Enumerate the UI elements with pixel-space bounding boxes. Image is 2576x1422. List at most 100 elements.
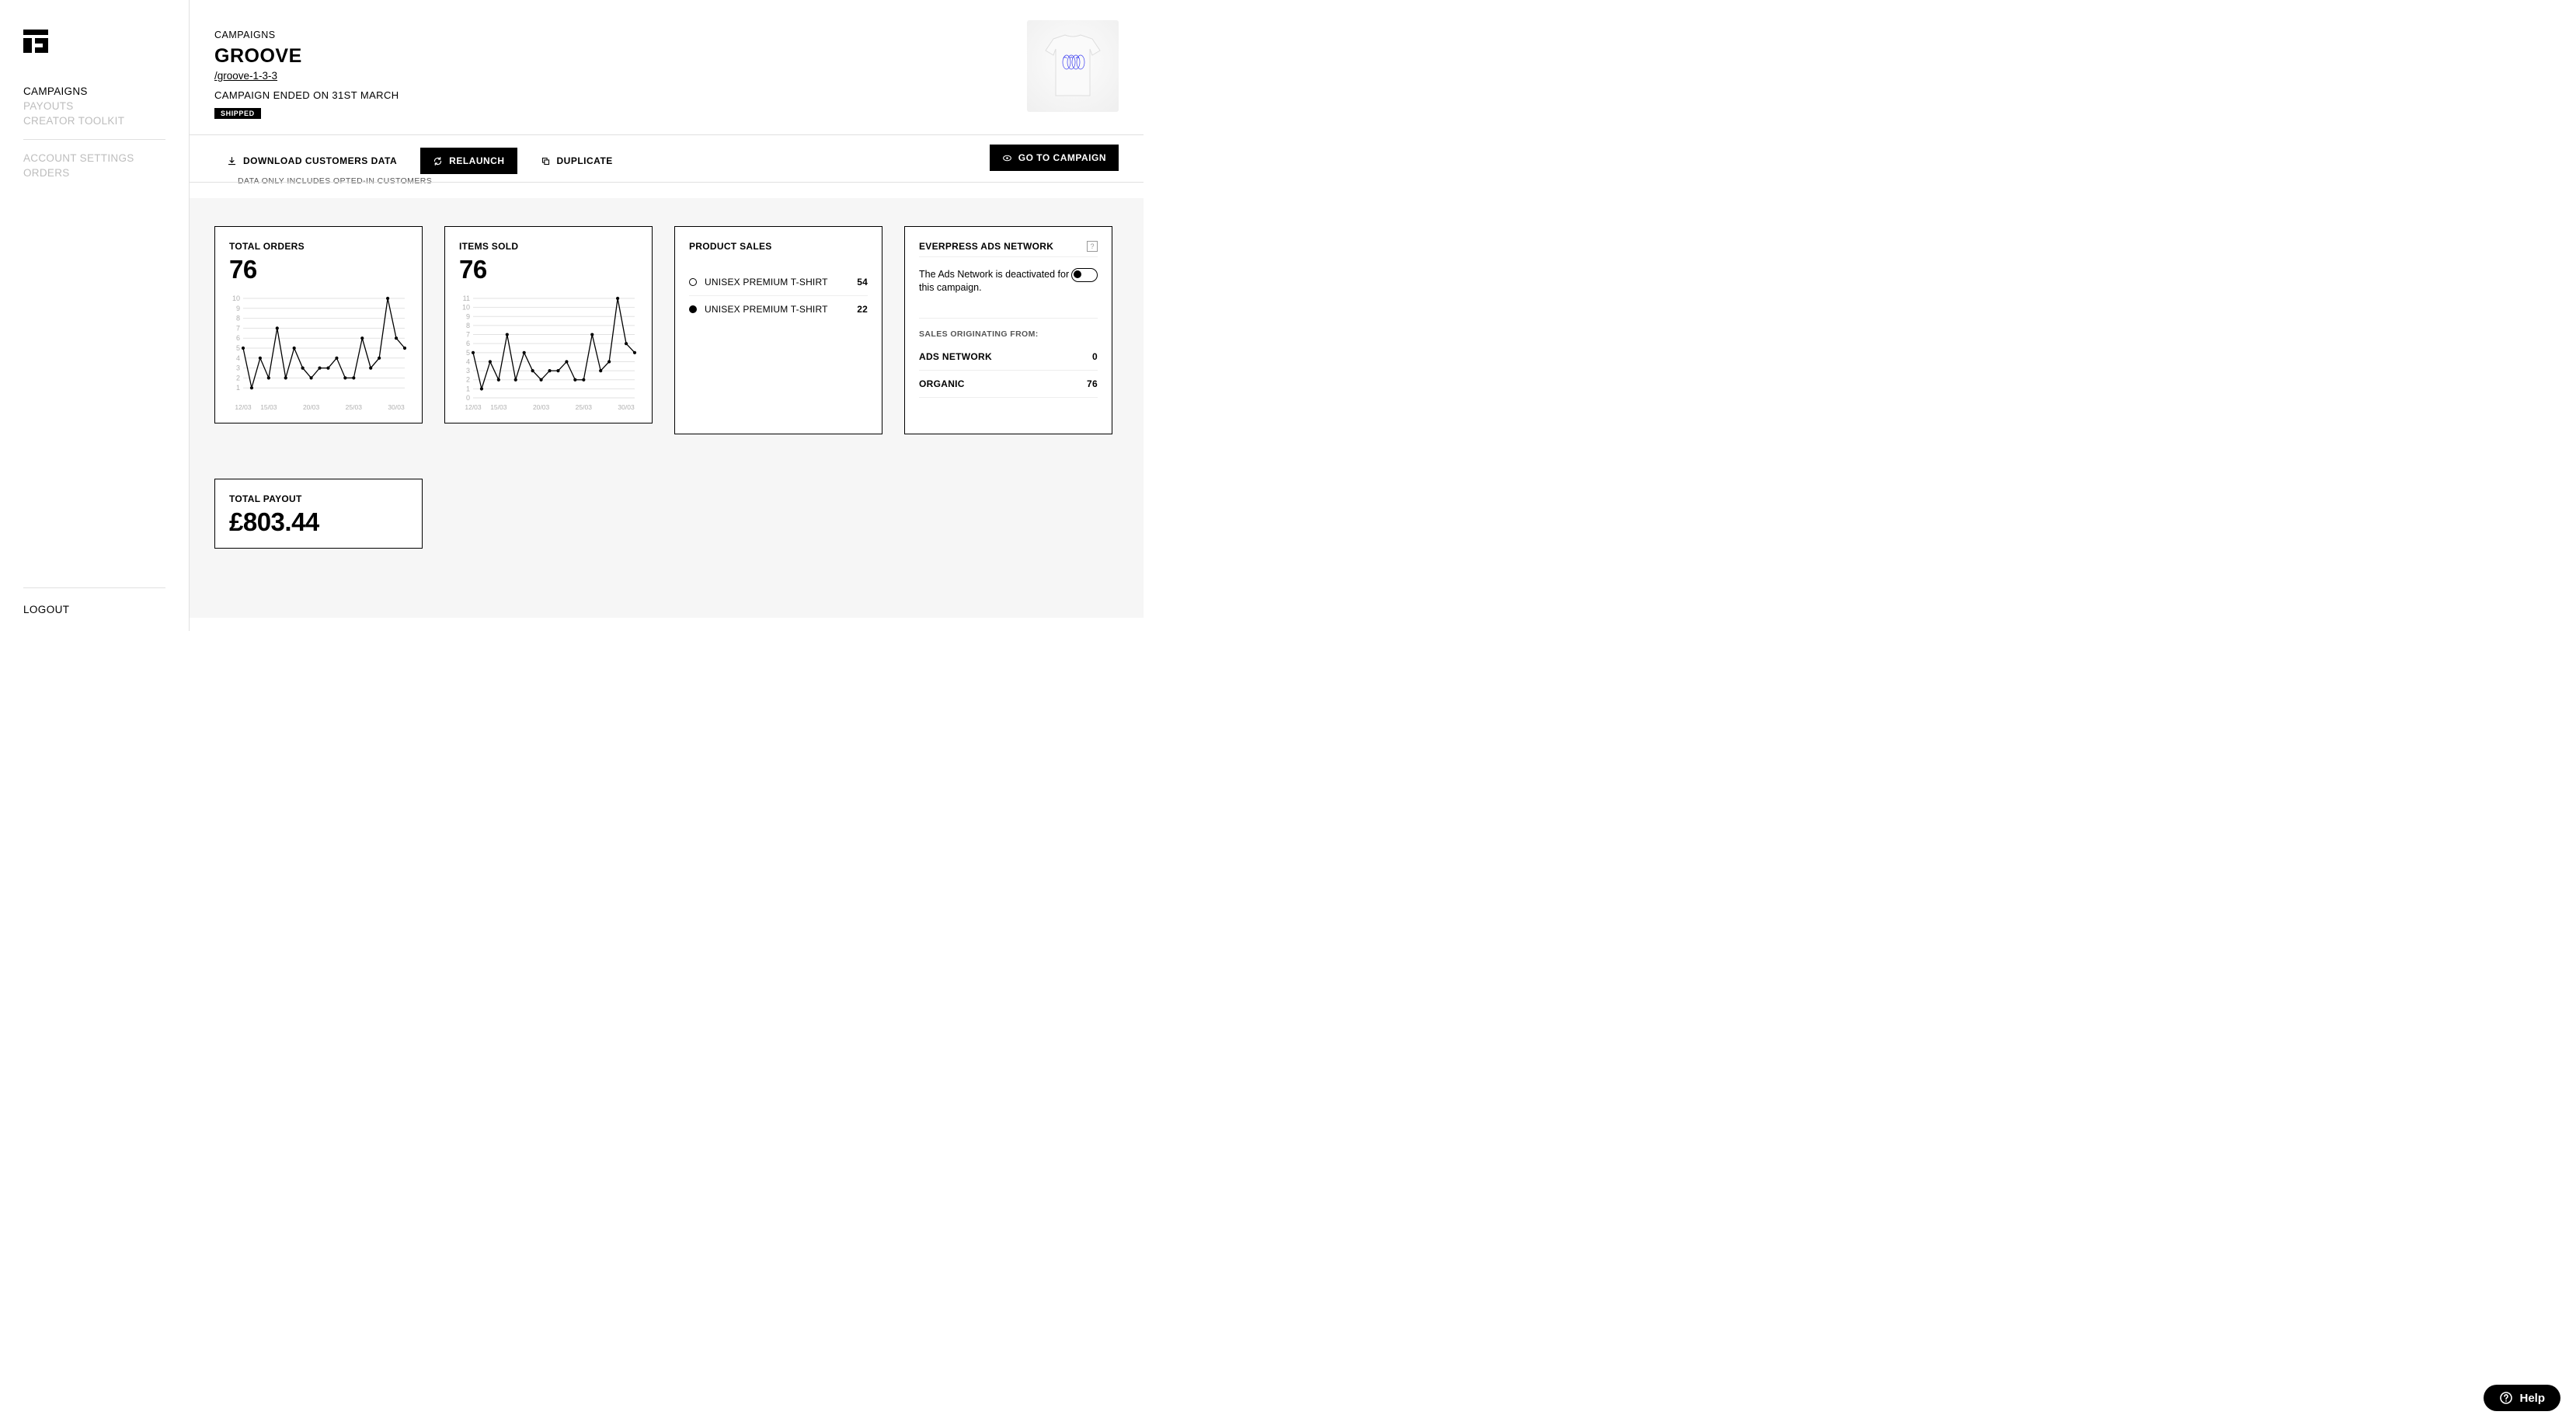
- svg-text:10: 10: [232, 295, 240, 302]
- svg-text:4: 4: [236, 354, 240, 362]
- svg-text:15/03: 15/03: [260, 403, 277, 411]
- product-sales-row: UNISEX PREMIUM T-SHIRT 54: [689, 269, 868, 296]
- nav-secondary: ACCOUNT SETTINGS ORDERS: [23, 151, 165, 180]
- tshirt-icon: [1034, 27, 1112, 105]
- ads-toggle[interactable]: [1071, 268, 1098, 282]
- logout-button[interactable]: LOGOUT: [23, 604, 165, 615]
- ads-stat-value: 0: [1092, 351, 1098, 362]
- duplicate-icon: [541, 156, 551, 166]
- card-product-sales: PRODUCT SALES UNISEX PREMIUM T-SHIRT54UN…: [674, 226, 882, 434]
- card-title: ITEMS SOLD: [459, 241, 638, 252]
- relaunch-button[interactable]: RELAUNCH: [420, 148, 517, 174]
- campaign-title: GROOVE: [214, 45, 1119, 68]
- svg-text:20/03: 20/03: [303, 403, 320, 411]
- card-title: PRODUCT SALES: [689, 241, 868, 252]
- status-badge: SHIPPED: [214, 108, 261, 119]
- main: CAMPAIGNS GROOVE /groove-1-3-3 CAMPAIGN …: [190, 0, 1144, 631]
- items-sold-value: 76: [459, 255, 638, 284]
- help-icon[interactable]: ?: [1087, 241, 1098, 252]
- campaign-slug-link[interactable]: /groove-1-3-3: [214, 70, 277, 82]
- campaign-ended-text: CAMPAIGN ENDED ON 31ST MARCH: [214, 89, 1119, 101]
- items-chart: 0123456789101112/0315/0320/0325/0330/03: [459, 295, 638, 412]
- duplicate-label: DUPLICATE: [557, 155, 613, 166]
- svg-text:20/03: 20/03: [533, 403, 550, 411]
- ads-stat-row: ADS NETWORK 0: [919, 343, 1098, 371]
- svg-text:9: 9: [236, 305, 240, 312]
- nav-primary: CAMPAIGNS PAYOUTS CREATOR TOOLKIT: [23, 84, 165, 128]
- sidebar: CAMPAIGNS PAYOUTS CREATOR TOOLKIT ACCOUN…: [0, 0, 190, 631]
- card-title: TOTAL PAYOUT: [229, 493, 408, 504]
- svg-text:11: 11: [463, 295, 470, 302]
- card-items-sold: ITEMS SOLD 76 0123456789101112/0315/0320…: [444, 226, 653, 423]
- svg-text:15/03: 15/03: [490, 403, 507, 411]
- svg-text:30/03: 30/03: [388, 403, 405, 411]
- sales-variant-dot: [689, 305, 697, 313]
- orders-chart: 1234567891012/0315/0320/0325/0330/03: [229, 295, 408, 412]
- download-customers-button[interactable]: DOWNLOAD CUSTOMERS DATA: [214, 148, 409, 174]
- svg-text:10: 10: [462, 304, 470, 312]
- sales-variant-qty: 22: [857, 304, 868, 315]
- svg-text:7: 7: [466, 331, 470, 339]
- ads-status-row: The Ads Network is deactivated for this …: [919, 256, 1098, 305]
- brand-logo: [23, 30, 48, 53]
- sidebar-item-creator-toolkit[interactable]: CREATOR TOOLKIT: [23, 113, 165, 128]
- duplicate-button[interactable]: DUPLICATE: [528, 148, 625, 174]
- card-ads-network: EVERPRESS ADS NETWORK ? The Ads Network …: [904, 226, 1112, 434]
- relaunch-label: RELAUNCH: [449, 155, 504, 166]
- sidebar-item-payouts[interactable]: PAYOUTS: [23, 99, 165, 113]
- campaign-header: CAMPAIGNS GROOVE /groove-1-3-3 CAMPAIGN …: [190, 0, 1144, 135]
- card-total-payout: TOTAL PAYOUT £803.44: [214, 479, 423, 549]
- sidebar-item-account-settings[interactable]: ACCOUNT SETTINGS: [23, 151, 165, 166]
- svg-text:2: 2: [466, 376, 470, 384]
- card-title: EVERPRESS ADS NETWORK: [919, 241, 1098, 252]
- logout-section: LOGOUT: [23, 587, 165, 615]
- product-sales-row: UNISEX PREMIUM T-SHIRT22: [689, 296, 868, 322]
- svg-text:3: 3: [236, 364, 240, 372]
- toggle-knob: [1074, 270, 1081, 278]
- svg-text:6: 6: [466, 340, 470, 347]
- sales-variant-name: UNISEX PREMIUM T-SHIRT: [705, 277, 828, 288]
- help-label: Help: [2519, 1392, 2545, 1405]
- card-title: TOTAL ORDERS: [229, 241, 408, 252]
- svg-text:4: 4: [466, 357, 470, 365]
- sales-variant-dot: [689, 278, 697, 286]
- svg-text:6: 6: [236, 334, 240, 342]
- sidebar-item-orders[interactable]: ORDERS: [23, 166, 165, 180]
- logo-icon: [23, 30, 48, 53]
- sales-variant-qty: 54: [857, 277, 868, 288]
- svg-text:12/03: 12/03: [235, 403, 252, 411]
- total-orders-value: 76: [229, 255, 408, 284]
- download-label: DOWNLOAD CUSTOMERS DATA: [243, 155, 397, 166]
- svg-text:5: 5: [466, 349, 470, 357]
- svg-text:2: 2: [236, 374, 240, 382]
- relaunch-icon: [433, 156, 443, 166]
- ads-subhead: SALES ORIGINATING FROM:: [919, 318, 1098, 339]
- svg-text:5: 5: [236, 344, 240, 352]
- goto-label: GO TO CAMPAIGN: [1018, 152, 1106, 163]
- card-total-orders: TOTAL ORDERS 76 1234567891012/0315/0320/…: [214, 226, 423, 423]
- breadcrumb[interactable]: CAMPAIGNS: [214, 30, 1119, 40]
- ads-stat-label: ADS NETWORK: [919, 351, 992, 362]
- dashboard: TOTAL ORDERS 76 1234567891012/0315/0320/…: [190, 198, 1144, 618]
- help-bubble-icon: [2499, 1391, 2513, 1405]
- ads-stat-value: 76: [1087, 378, 1098, 389]
- svg-text:7: 7: [236, 324, 240, 332]
- go-to-campaign-button[interactable]: GO TO CAMPAIGN: [990, 145, 1119, 171]
- svg-text:8: 8: [466, 322, 470, 329]
- nav-divider: [23, 139, 165, 140]
- download-icon: [227, 156, 237, 166]
- product-thumbnail[interactable]: [1027, 20, 1119, 112]
- svg-text:25/03: 25/03: [346, 403, 363, 411]
- sidebar-item-campaigns[interactable]: CAMPAIGNS: [23, 84, 165, 99]
- eye-icon: [1002, 153, 1012, 163]
- ads-stat-label: ORGANIC: [919, 378, 965, 389]
- svg-text:30/03: 30/03: [618, 403, 635, 411]
- svg-text:1: 1: [236, 384, 240, 392]
- action-bar: DOWNLOAD CUSTOMERS DATA RELAUNCH DUPLICA…: [190, 135, 1144, 183]
- svg-text:0: 0: [466, 394, 470, 402]
- help-widget-button[interactable]: Help: [2484, 1385, 2560, 1411]
- ads-desc: The Ads Network is deactivated for this …: [919, 268, 1071, 295]
- ads-stat-row: ORGANIC 76: [919, 371, 1098, 398]
- total-payout-value: £803.44: [229, 507, 408, 537]
- svg-text:12/03: 12/03: [465, 403, 482, 411]
